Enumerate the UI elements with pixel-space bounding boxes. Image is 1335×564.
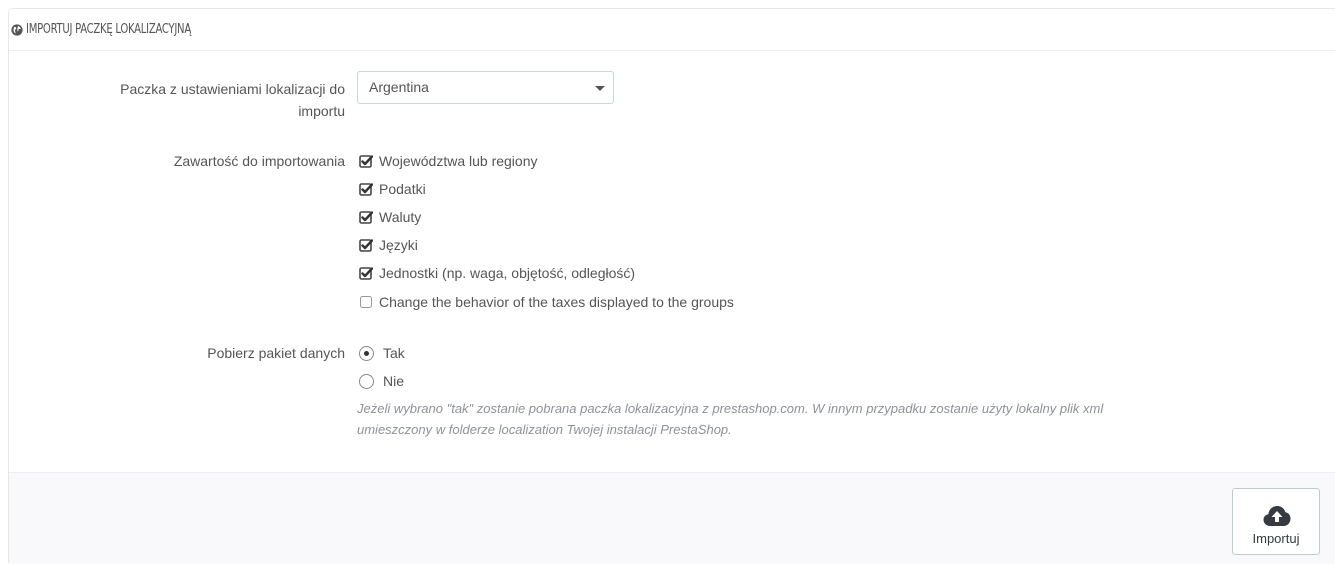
checkbox-checked-icon[interactable]	[359, 210, 374, 224]
checkbox-label: Podatki	[379, 181, 426, 197]
checkbox-checked-icon[interactable]	[359, 182, 374, 196]
localization-pack-select[interactable]: Argentina	[357, 71, 614, 104]
help-line1: Jeżeli wybrano "tak" zostanie pobrana pa…	[357, 401, 1104, 416]
content-field-label: Zawartość do importowania	[173, 153, 345, 169]
radio-label: Nie	[383, 373, 405, 389]
checkbox-taxes[interactable]: Podatki	[359, 179, 426, 199]
checkbox-label: Języki	[379, 237, 418, 253]
download-field-label: Pobierz pakiet danych	[207, 345, 345, 361]
download-help-text: Jeżeli wybrano "tak" zostanie pobrana pa…	[357, 398, 1317, 440]
radio-label: Tak	[383, 345, 405, 361]
pack-label-line1: Paczka z ustawieniami lokalizacji do	[120, 81, 345, 97]
checkbox-label: Jednostki (np. waga, objętość, odległość…	[379, 265, 636, 281]
checkbox-checked-icon[interactable]	[359, 266, 374, 280]
checkbox-currencies[interactable]: Waluty	[359, 207, 421, 227]
checkbox-label: Change the behavior of the taxes display…	[379, 294, 734, 310]
checkbox-label: Waluty	[379, 209, 422, 225]
cloud-upload-icon	[1263, 506, 1291, 526]
checkbox-label: Województwa lub regiony	[379, 153, 538, 169]
checkbox-units[interactable]: Jednostki (np. waga, objętość, odległość…	[359, 263, 635, 283]
radio-unselected-icon[interactable]	[359, 373, 374, 389]
pack-select-value: Argentina	[369, 79, 429, 95]
radio-yes[interactable]: Tak	[359, 343, 405, 363]
checkbox-languages[interactable]: Języki	[359, 235, 418, 255]
pack-label-line2: importu	[298, 103, 345, 119]
panel-title: IMPORTUJ PACZKĘ LOKALIZACYJNĄ	[26, 22, 191, 37]
checkbox-checked-icon[interactable]	[359, 238, 374, 252]
checkbox-unchecked-icon[interactable]	[359, 295, 373, 309]
checkbox-tax-behavior[interactable]: Change the behavior of the taxes display…	[359, 292, 734, 312]
globe-icon	[11, 23, 23, 36]
radio-selected-icon[interactable]	[359, 345, 374, 361]
import-button[interactable]: Importuj	[1232, 488, 1320, 555]
panel-footer: Importuj	[9, 472, 1335, 564]
help-line2: umieszczony w folderze localization Twoj…	[357, 422, 732, 437]
checkbox-checked-icon[interactable]	[359, 154, 374, 168]
import-button-label: Importuj	[1252, 531, 1300, 546]
pack-field-label: Paczka z ustawieniami lokalizacji do imp…	[120, 78, 345, 122]
chevron-down-icon	[595, 86, 605, 91]
panel-heading: IMPORTUJ PACZKĘ LOKALIZACYJNĄ	[9, 9, 1335, 51]
checkbox-states[interactable]: Województwa lub regiony	[359, 151, 538, 171]
radio-no[interactable]: Nie	[359, 371, 404, 391]
import-localization-panel: IMPORTUJ PACZKĘ LOKALIZACYJNĄ Paczka z u…	[8, 8, 1335, 564]
